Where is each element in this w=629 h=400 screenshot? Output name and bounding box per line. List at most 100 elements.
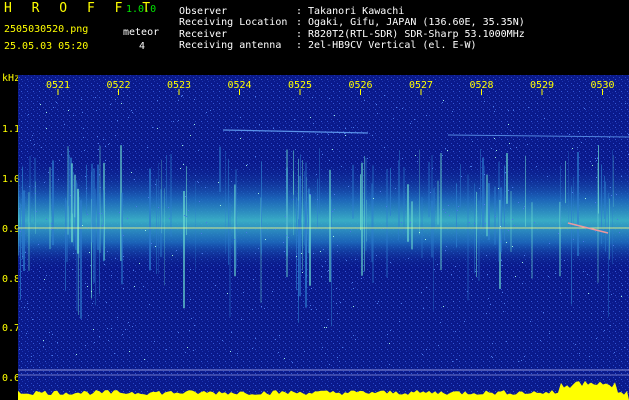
noise-speck [372,135,373,136]
noise-streak [482,157,484,229]
noise-speck [328,270,329,271]
noise-speck [252,309,253,310]
noise-speck [534,222,535,223]
noise-speck [114,353,115,354]
noise-speck [284,251,285,252]
noise-speck [121,103,122,104]
noise-speck [386,206,387,207]
noise-speck [41,147,42,148]
noise-speck [134,179,135,180]
noise-speck [588,293,589,294]
noise-streak [317,178,318,230]
noise-speck [91,291,92,292]
noise-speck [111,275,112,276]
noise-speck [528,107,529,108]
info-sep: : [296,29,303,40]
noise-streak [428,161,430,218]
noise-speck [510,130,511,131]
noise-speck [265,239,266,240]
noise-streak [195,182,196,272]
noise-speck [82,225,83,226]
noise-streak [219,146,221,193]
noise-streak [510,191,512,252]
noise-speck [34,144,35,145]
noise-speck [425,239,426,240]
noise-speck [548,276,549,277]
noise-speck [610,187,611,188]
noise-speck [348,186,349,187]
noise-speck [624,347,625,348]
noise-streak [235,169,237,269]
noise-speck [176,250,177,251]
noise-speck [218,182,219,183]
noise-speck [30,361,31,362]
noise-speck [206,222,207,223]
noise-speck [285,216,286,217]
noise-streak [478,200,480,281]
noise-speck [222,340,223,341]
noise-speck [583,241,584,242]
noise-speck [316,174,317,175]
noise-speck [181,96,182,97]
noise-streak [35,181,36,234]
noise-streak [573,176,574,240]
noise-speck [426,115,427,116]
noise-streak [29,155,31,223]
noise-speck [438,345,439,346]
noise-speck [70,195,71,196]
noise-speck [210,110,211,111]
noise-speck [190,135,191,136]
noise-speck [488,298,489,299]
noise-speck [32,135,33,136]
noise-speck [273,128,274,129]
noise-speck [103,139,104,140]
noise-streak [609,198,610,260]
noise-speck [76,354,77,355]
noise-speck [83,128,84,129]
noise-speck [352,282,353,283]
noise-speck [94,342,95,343]
noise-speck [353,306,354,307]
noise-streak [608,192,609,317]
noise-speck [456,359,457,360]
noise-speck [549,331,550,332]
noise-speck [81,99,82,100]
noise-streak [612,149,613,265]
noise-streak [386,169,388,278]
noise-speck [230,351,231,352]
noise-speck [486,313,487,314]
noise-speck [88,315,89,316]
noise-speck [471,295,472,296]
noise-speck [98,149,99,150]
noise-speck [502,292,503,293]
noise-speck [98,143,99,144]
noise-speck [89,252,90,253]
noise-speck [378,301,379,302]
noise-speck [442,102,443,103]
noise-speck [49,332,50,333]
noise-speck [144,359,145,360]
noise-speck [206,112,207,113]
noise-speck [455,266,456,267]
noise-speck [35,186,36,187]
noise-speck [240,138,241,139]
noise-speck [575,344,576,345]
noise-speck [328,319,329,320]
noise-speck [514,225,515,226]
noise-speck [505,172,506,173]
noise-speck [603,274,604,275]
noise-speck [434,269,435,270]
noise-speck [240,117,241,118]
noise-speck [621,97,622,98]
noise-speck [53,107,54,108]
noise-streak [305,162,307,289]
noise-speck [581,142,582,143]
noise-speck [521,360,522,361]
noise-speck [205,187,206,188]
noise-speck [64,124,65,125]
noise-speck [322,154,323,155]
noise-speck [401,303,402,304]
noise-speck [614,352,615,353]
noise-streak [577,152,579,256]
noise-streak [460,164,461,207]
